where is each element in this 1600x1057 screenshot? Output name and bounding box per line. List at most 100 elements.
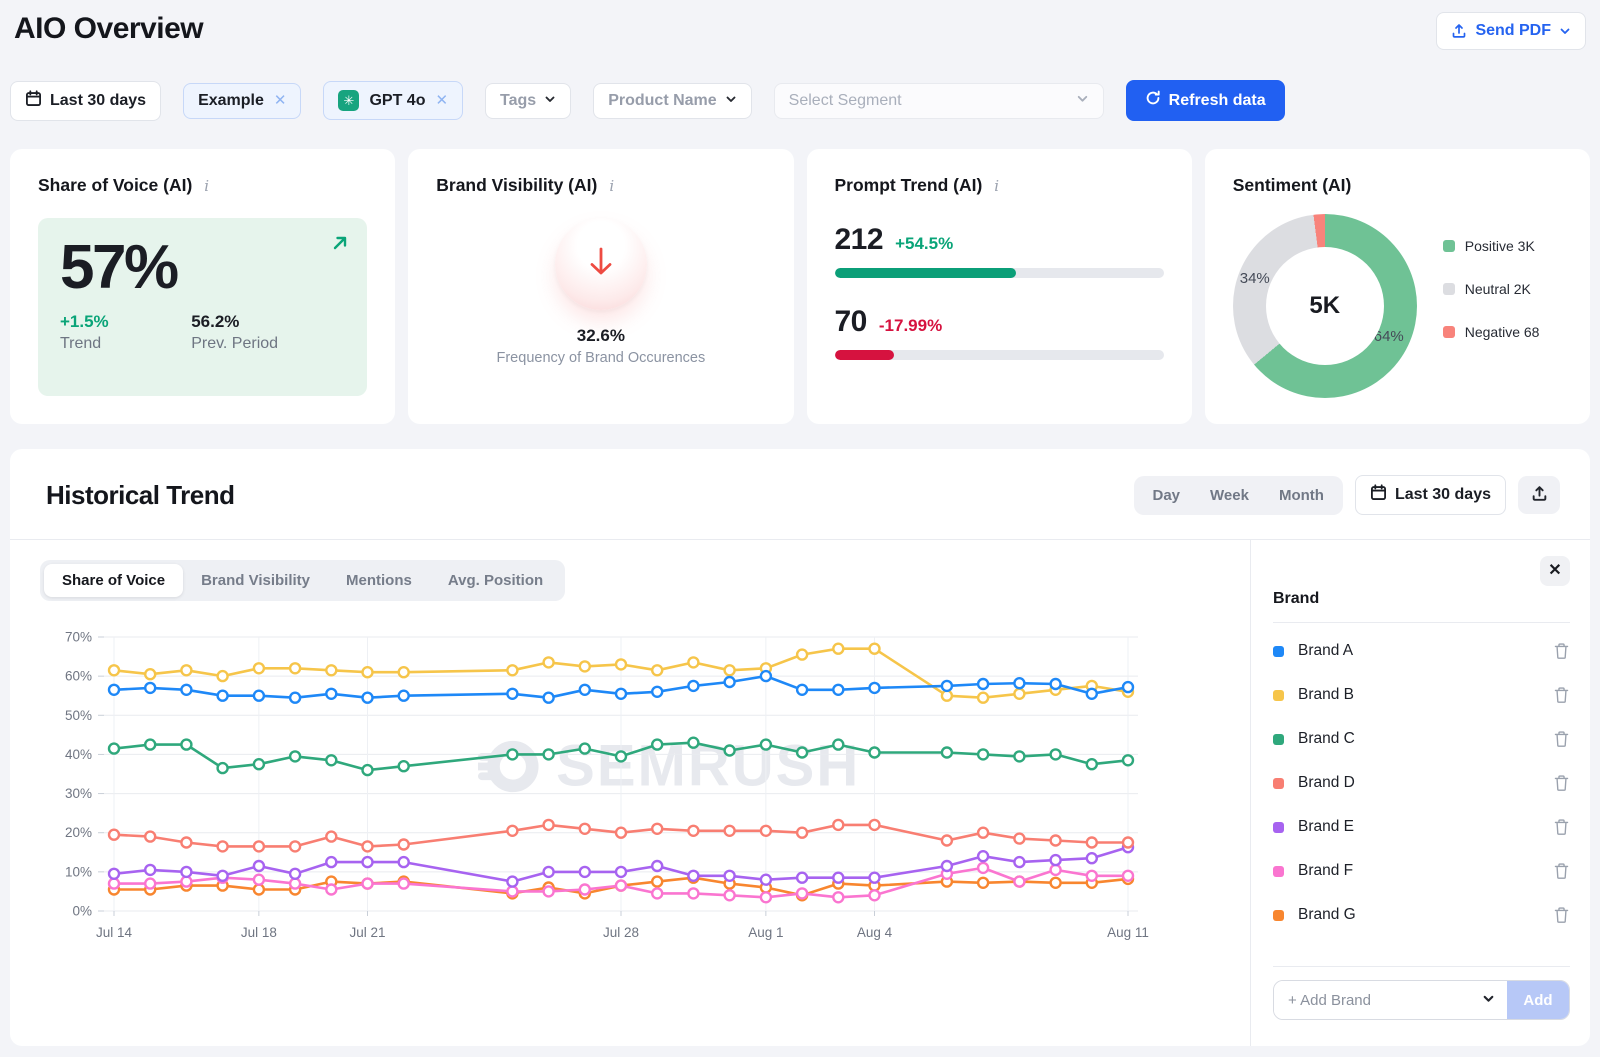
brand-row: Brand A (1273, 629, 1570, 673)
date-range-button[interactable]: Last 30 days (10, 81, 161, 121)
brand-panel-title: Brand (1273, 590, 1570, 608)
svg-text:0%: 0% (72, 904, 92, 919)
add-brand-button[interactable]: Add (1507, 981, 1569, 1019)
svg-text:20%: 20% (65, 825, 92, 840)
tab-mentions[interactable]: Mentions (328, 564, 430, 597)
info-icon[interactable]: i (991, 177, 1002, 195)
add-brand-select[interactable]: + Add Brand (1274, 981, 1507, 1019)
legend-item: Neutral 2K (1443, 281, 1563, 297)
granularity-day[interactable]: Day (1138, 480, 1196, 511)
historical-trend-header: Historical Trend DayWeekMonth Last 30 da… (10, 449, 1590, 539)
refresh-data-button[interactable]: Refresh data (1126, 80, 1285, 121)
calendar-icon (25, 90, 42, 112)
prev-period-label: Prev. Period (191, 335, 278, 353)
trash-icon[interactable] (1553, 774, 1570, 792)
chip-label: Example (198, 92, 264, 110)
brand-panel: ✕ Brand Brand A Brand B Brand C Brand D Bran… (1250, 540, 1590, 1046)
export-button[interactable] (1518, 476, 1560, 514)
tags-dropdown[interactable]: Tags (485, 83, 571, 119)
legend-swatch (1443, 283, 1455, 295)
brand-name: Brand B (1298, 686, 1553, 704)
info-icon[interactable]: i (201, 177, 212, 195)
card-title: Share of Voice (AI) (38, 175, 192, 196)
card-title: Prompt Trend (AI) (835, 175, 983, 196)
brand-name: Brand F (1298, 862, 1553, 880)
visibility-down-indicator (555, 218, 647, 310)
trash-icon[interactable] (1553, 906, 1570, 924)
product-name-dropdown[interactable]: Product Name (593, 83, 751, 119)
svg-text:50%: 50% (65, 708, 92, 723)
legend-item: Positive 3K (1443, 238, 1563, 254)
svg-text:Aug 11: Aug 11 (1107, 925, 1149, 940)
svg-text:Aug 1: Aug 1 (748, 925, 783, 940)
kpi-row: Share of Voice (AI) i 57% +1.5% Trend 56… (10, 149, 1590, 424)
trend-date-range-button[interactable]: Last 30 days (1355, 475, 1506, 515)
select-segment-dropdown[interactable]: Select Segment (774, 83, 1104, 119)
brand-color-swatch (1273, 778, 1284, 789)
progress-bar (835, 268, 1164, 278)
prompt-count: 70 (835, 305, 867, 339)
progress-fill (835, 350, 894, 360)
divider (1273, 622, 1570, 623)
chevron-down-icon (1559, 25, 1571, 37)
page-title: AIO Overview (14, 12, 203, 46)
trash-icon[interactable] (1553, 818, 1570, 836)
svg-text:40%: 40% (65, 747, 92, 762)
brand-row: Brand F (1273, 849, 1570, 893)
filter-chip-example[interactable]: Example ✕ (183, 83, 301, 119)
brand-color-swatch (1273, 910, 1284, 921)
product-name-label: Product Name (608, 92, 716, 110)
brand-list: Brand ABrand BBrand CBrand DBrand EBrand… (1273, 629, 1570, 937)
brand-row: Brand D (1273, 761, 1570, 805)
add-brand-placeholder: + Add Brand (1288, 992, 1371, 1009)
add-brand-section: + Add Brand Add (1273, 952, 1570, 1046)
card-title: Sentiment (AI) (1233, 175, 1352, 196)
line-chart-container: SEMRUSH 0%10%20%30%40%50%60%70%Jul 14Jul… (40, 623, 1250, 949)
svg-text:Jul 18: Jul 18 (241, 925, 277, 940)
aio-overview-page: AIO Overview Send PDF Last 30 days Examp… (0, 0, 1600, 1046)
top-bar: AIO Overview Send PDF (10, 12, 1590, 50)
brand-row: Brand C (1273, 717, 1570, 761)
historical-trend-title: Historical Trend (46, 480, 235, 511)
tab-brand-visibility[interactable]: Brand Visibility (183, 564, 328, 597)
calendar-icon (1370, 484, 1387, 506)
upload-icon (1451, 23, 1467, 39)
trend-value: +1.5% (60, 312, 191, 332)
close-panel-button[interactable]: ✕ (1540, 556, 1570, 586)
granularity-week[interactable]: Week (1195, 480, 1264, 511)
trend-up-arrow-icon (331, 234, 349, 257)
chart-area: Share of VoiceBrand VisibilityMentionsAv… (10, 540, 1250, 1046)
historical-trend-card: Historical Trend DayWeekMonth Last 30 da… (10, 449, 1590, 1046)
granularity-month[interactable]: Month (1264, 480, 1339, 511)
filter-bar: Last 30 days Example ✕ ✳ GPT 4o ✕ Tags P… (10, 80, 1590, 121)
trend-date-range-label: Last 30 days (1395, 486, 1491, 504)
remove-chip-icon[interactable]: ✕ (435, 93, 448, 108)
prompt-change: +54.5% (895, 234, 953, 254)
share-of-voice-highlight: 57% +1.5% Trend 56.2% Prev. Period (38, 218, 367, 396)
svg-text:Jul 28: Jul 28 (603, 925, 639, 940)
brand-name: Brand C (1298, 730, 1553, 748)
brand-row: Brand G (1273, 893, 1570, 937)
trash-icon[interactable] (1553, 730, 1570, 748)
legend-swatch (1443, 240, 1455, 252)
tab-share-of-voice[interactable]: Share of Voice (44, 564, 183, 597)
chevron-down-icon (1076, 92, 1089, 110)
trash-icon[interactable] (1553, 862, 1570, 880)
trash-icon[interactable] (1553, 686, 1570, 704)
granularity-toggle: DayWeekMonth (1134, 476, 1343, 515)
tab-avg-position[interactable]: Avg. Position (430, 564, 561, 597)
send-pdf-label: Send PDF (1475, 22, 1551, 40)
brand-color-swatch (1273, 690, 1284, 701)
openai-logo-icon: ✳ (338, 90, 359, 111)
refresh-label: Refresh data (1169, 92, 1266, 110)
chevron-down-icon (544, 92, 556, 110)
card-title: Brand Visibility (AI) (436, 175, 597, 196)
prompt-trend-card: Prompt Trend (AI) i 212+54.5%70-17.99% (807, 149, 1192, 424)
filter-chip-gpt4o[interactable]: ✳ GPT 4o ✕ (323, 81, 463, 120)
send-pdf-button[interactable]: Send PDF (1436, 12, 1586, 50)
trash-icon[interactable] (1553, 642, 1570, 660)
share-of-voice-card: Share of Voice (AI) i 57% +1.5% Trend 56… (10, 149, 395, 424)
info-icon[interactable]: i (606, 177, 617, 195)
remove-chip-icon[interactable]: ✕ (274, 93, 287, 108)
sentiment-total: 5K (1309, 292, 1340, 320)
